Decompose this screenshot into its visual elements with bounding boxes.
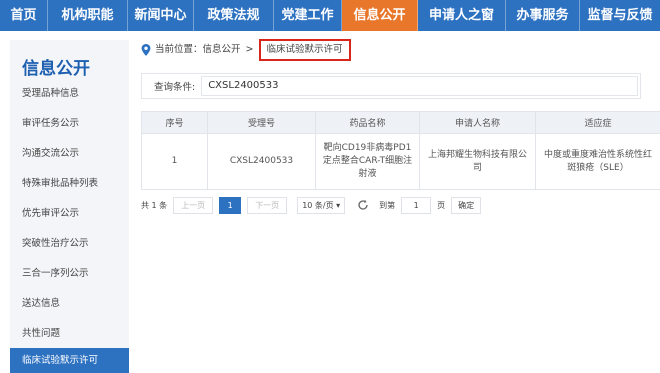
cell-acceptance-no: CXSL2400533 bbox=[207, 133, 316, 190]
sidebar-item-three-in-one[interactable]: 三合一序列公示 bbox=[10, 259, 129, 289]
query-bar: 查询条件: CXSL2400533 bbox=[141, 73, 641, 99]
table-header-row: 序号 受理号 药品名称 申请人名称 适应症 bbox=[141, 111, 660, 134]
prev-page-button[interactable]: 上一页 bbox=[173, 196, 214, 214]
column-header-acceptance-no: 受理号 bbox=[207, 111, 316, 134]
nav-item-home[interactable]: 首页 bbox=[0, 0, 48, 31]
column-header-index: 序号 bbox=[141, 111, 208, 134]
location-pin-icon bbox=[141, 44, 151, 56]
page-size-select[interactable]: 10 条/页 ▾ bbox=[297, 196, 346, 214]
pager-total: 共 1 条 bbox=[141, 200, 168, 210]
breadcrumb-current: 临床试验默示许可 bbox=[258, 39, 351, 61]
column-header-indication: 适应症 bbox=[535, 111, 660, 134]
nav-item-news[interactable]: 新闻中心 bbox=[128, 0, 194, 31]
results-table: 序号 受理号 药品名称 申请人名称 适应症 1 CXSL2400533 靶向CD… bbox=[141, 111, 660, 190]
sidebar-title: 信息公开 bbox=[22, 59, 90, 79]
query-input[interactable]: CXSL2400533 bbox=[201, 76, 639, 96]
nav-item-organization[interactable]: 机构职能 bbox=[48, 0, 128, 31]
table-row[interactable]: 1 CXSL2400533 靶向CD19非病毒PD1定点整合CAR-T细胞注射液… bbox=[141, 133, 660, 190]
sidebar-item-special-approval[interactable]: 特殊审批品种列表 bbox=[10, 169, 129, 199]
page-unit-label: 页 bbox=[437, 200, 446, 210]
nav-item-services[interactable]: 办事服务 bbox=[506, 0, 580, 31]
sidebar-item-breakthrough[interactable]: 突破性治疗公示 bbox=[10, 229, 129, 259]
sidebar: 信息公开 受理品种信息 审评任务公示 沟通交流公示 特殊审批品种列表 优先审评公… bbox=[10, 40, 129, 373]
breadcrumb: 当前位置： 信息公开 > 临床试验默示许可 bbox=[141, 38, 351, 62]
goto-confirm-button[interactable]: 确定 bbox=[451, 196, 482, 214]
cell-indication: 中度或重度难治性系统性红斑狼疮（SLE） bbox=[535, 133, 660, 190]
query-label: 查询条件: bbox=[154, 82, 196, 93]
sidebar-item-priority-review[interactable]: 优先审评公示 bbox=[10, 199, 129, 229]
column-header-drug-name: 药品名称 bbox=[315, 111, 420, 134]
column-header-applicant: 申请人名称 bbox=[419, 111, 536, 134]
nav-item-applicant-window[interactable]: 申请人之窗 bbox=[418, 0, 506, 31]
cell-drug-name: 靶向CD19非病毒PD1定点整合CAR-T细胞注射液 bbox=[315, 133, 420, 190]
sidebar-item-common-issues[interactable]: 共性问题 bbox=[10, 319, 129, 349]
breadcrumb-parent[interactable]: 信息公开 bbox=[203, 38, 241, 62]
sidebar-item-delivery[interactable]: 送达信息 bbox=[10, 289, 129, 319]
nav-item-policy[interactable]: 政策法规 bbox=[194, 0, 274, 31]
top-nav: 首页 机构职能 新闻中心 政策法规 党建工作 信息公开 申请人之窗 办事服务 监… bbox=[0, 0, 660, 31]
sidebar-item-accepted-varieties[interactable]: 受理品种信息 bbox=[10, 79, 129, 109]
breadcrumb-prefix: 当前位置： bbox=[155, 44, 203, 55]
cell-index: 1 bbox=[141, 133, 208, 190]
nav-item-party[interactable]: 党建工作 bbox=[274, 0, 342, 31]
cell-applicant: 上海邦耀生物科技有限公司 bbox=[419, 133, 536, 190]
next-page-button[interactable]: 下一页 bbox=[247, 196, 288, 214]
page-number-current[interactable]: 1 bbox=[219, 196, 242, 214]
nav-item-info-disclosure[interactable]: 信息公开 bbox=[342, 0, 418, 31]
pagination: 共 1 条 上一页 1 下一页 10 条/页 ▾ 到第 1 页 确定 bbox=[141, 196, 482, 214]
goto-label: 到第 bbox=[379, 200, 396, 210]
nav-item-feedback[interactable]: 监督与反馈 bbox=[580, 0, 660, 31]
sidebar-item-communication[interactable]: 沟通交流公示 bbox=[10, 139, 129, 169]
sidebar-item-review-tasks[interactable]: 审评任务公示 bbox=[10, 109, 129, 139]
goto-page-input[interactable]: 1 bbox=[401, 196, 432, 214]
breadcrumb-separator: > bbox=[245, 44, 254, 55]
sidebar-item-clinical-trial[interactable]: 临床试验默示许可 bbox=[10, 348, 129, 373]
refresh-icon[interactable] bbox=[357, 199, 369, 211]
